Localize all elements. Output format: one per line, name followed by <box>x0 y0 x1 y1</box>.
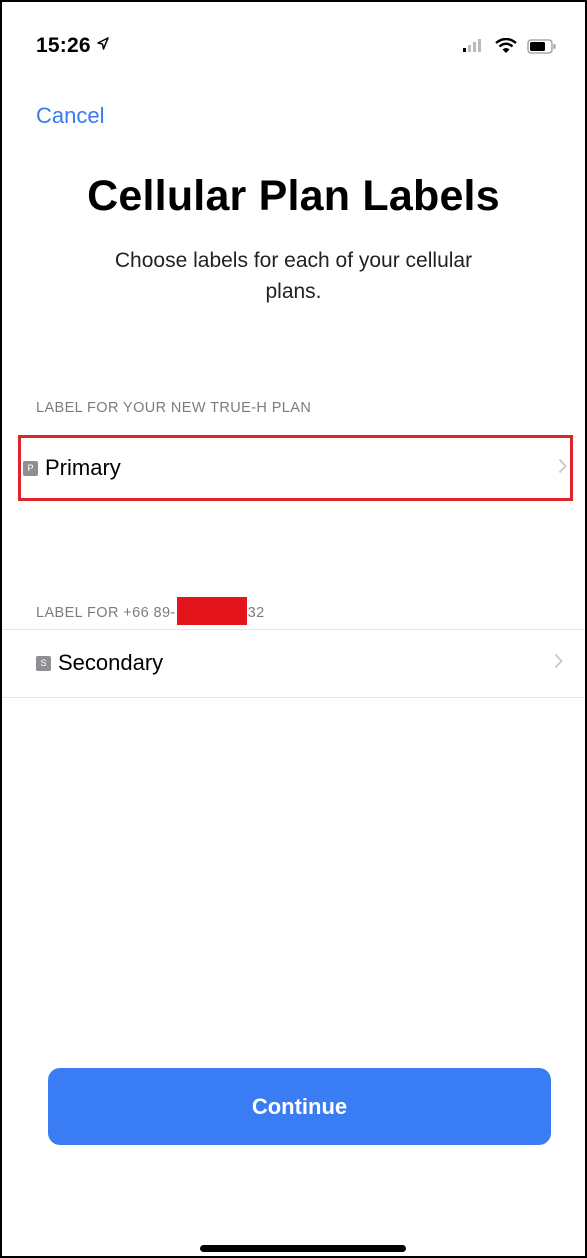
row-bottom-divider <box>2 697 585 698</box>
home-indicator[interactable] <box>200 1245 406 1252</box>
phone-screen: 15:26 Cancel Cellular Plan Labels Choose… <box>0 0 587 1258</box>
status-time: 15:26 <box>36 34 109 58</box>
wifi-icon <box>495 37 517 59</box>
status-bar: 15:26 <box>2 2 585 86</box>
page-title: Cellular Plan Labels <box>87 172 500 220</box>
primary-label-text: Primary <box>45 455 121 480</box>
chevron-right-icon <box>554 653 563 674</box>
secondary-label-row[interactable]: S Secondary <box>2 630 585 696</box>
section-header-new-plan: LABEL FOR YOUR NEW TRUE-H PLAN <box>36 400 312 416</box>
section-header-prefix: LABEL FOR +66 89- <box>36 605 176 621</box>
chevron-right-icon <box>558 458 567 479</box>
redacted-number-block <box>176 597 247 625</box>
battery-icon <box>527 38 557 59</box>
cancel-button[interactable]: Cancel <box>36 103 104 129</box>
page-subtitle: Choose labels for each of your cellular … <box>114 249 473 303</box>
primary-label-row[interactable]: P Primary <box>18 435 573 501</box>
signal-bars-icon <box>463 39 485 58</box>
section-header-suffix: 32 <box>247 605 265 621</box>
secondary-label-text: Secondary <box>58 650 164 675</box>
section-header-existing-plan: LABEL FOR +66 89- 32 <box>36 597 265 625</box>
status-icons <box>463 37 557 59</box>
continue-button[interactable]: Continue <box>48 1068 551 1145</box>
location-arrow-icon <box>96 37 109 54</box>
time-text: 15:26 <box>36 34 91 57</box>
sim-primary-icon: P <box>23 460 38 476</box>
sim-secondary-icon: S <box>36 655 51 671</box>
